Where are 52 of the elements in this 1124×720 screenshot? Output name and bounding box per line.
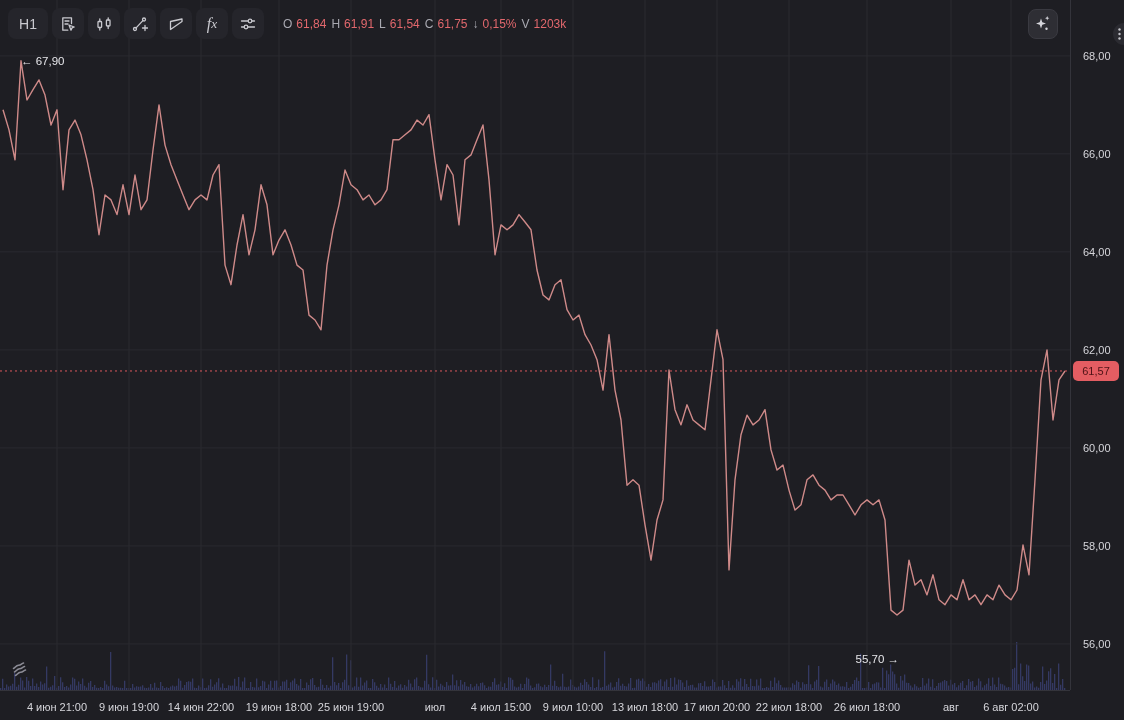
x-axis-label: 17 июл 20:00 [683,701,751,713]
wave-lines-icon [12,662,28,677]
legend-label: O [283,16,293,31]
last-price-tag: 61,57 [1073,360,1119,381]
x-axis-label: 19 июн 18:00 [245,701,313,713]
document-button[interactable] [52,8,84,39]
x-axis-label: 25 июн 19:00 [317,701,385,713]
legend-label: H [331,16,341,31]
ref-line-label: 61,57 [1082,364,1110,377]
y-axis-label: 68,00 [1083,49,1111,62]
change-value: 0,15% [482,16,517,31]
x-axis-label: авг [943,701,959,713]
assistant-button[interactable] [1028,9,1058,39]
legend-value: 61,54 [389,16,420,31]
line-tool-button[interactable] [124,8,156,39]
sparkle-icon [1034,15,1052,33]
shape-tool-button[interactable] [160,8,192,39]
change-arrow: ↓ [472,16,479,31]
document-pointer-icon [60,15,76,32]
low-price-label: 55,70 → [855,653,899,665]
x-axis-label: 26 июл 18:00 [833,701,901,713]
x-axis-label: 4 июн 21:00 [26,701,88,713]
x-axis-label: 22 июл 18:00 [755,701,823,713]
legend-label: L [379,16,386,31]
x-axis-label: 9 июн 19:00 [98,701,160,713]
more-icon [1118,28,1121,40]
x-axis-label: 6 авг 02:00 [983,701,1039,713]
x-axis-label: июл [424,701,446,713]
y-axis-label: 58,00 [1083,539,1111,552]
line-nodes-plus-icon [132,15,148,32]
candles-button[interactable] [88,8,120,39]
y-axis-label: 62,00 [1083,343,1111,356]
high-price-label: ← 67,90 [21,54,65,67]
legend-value: 61,84 [296,16,327,31]
x-axis-label: 4 июл 15:00 [470,701,532,713]
y-axis-label: 64,00 [1083,245,1111,258]
legend-label: C [424,16,434,31]
legend-value: 61,75 [437,16,468,31]
y-axis-label: 66,00 [1083,147,1111,160]
legend-label: V [521,16,530,31]
volume-value: 1203k [533,16,567,31]
x-axis-label: 9 июл 10:00 [542,701,604,713]
settings-button[interactable] [232,8,264,39]
candles-icon [96,15,112,32]
x-axis-label: 13 июл 18:00 [611,701,679,713]
timeframe-button[interactable]: H1 [8,8,48,39]
y-axis-label: 56,00 [1083,637,1111,650]
more-button[interactable] [1113,23,1124,45]
legend-value: 61,91 [344,16,375,31]
slanted-shape-icon [168,15,184,32]
y-axis-label: 60,00 [1083,441,1111,454]
x-axis-label: 14 июн 22:00 [167,701,235,713]
